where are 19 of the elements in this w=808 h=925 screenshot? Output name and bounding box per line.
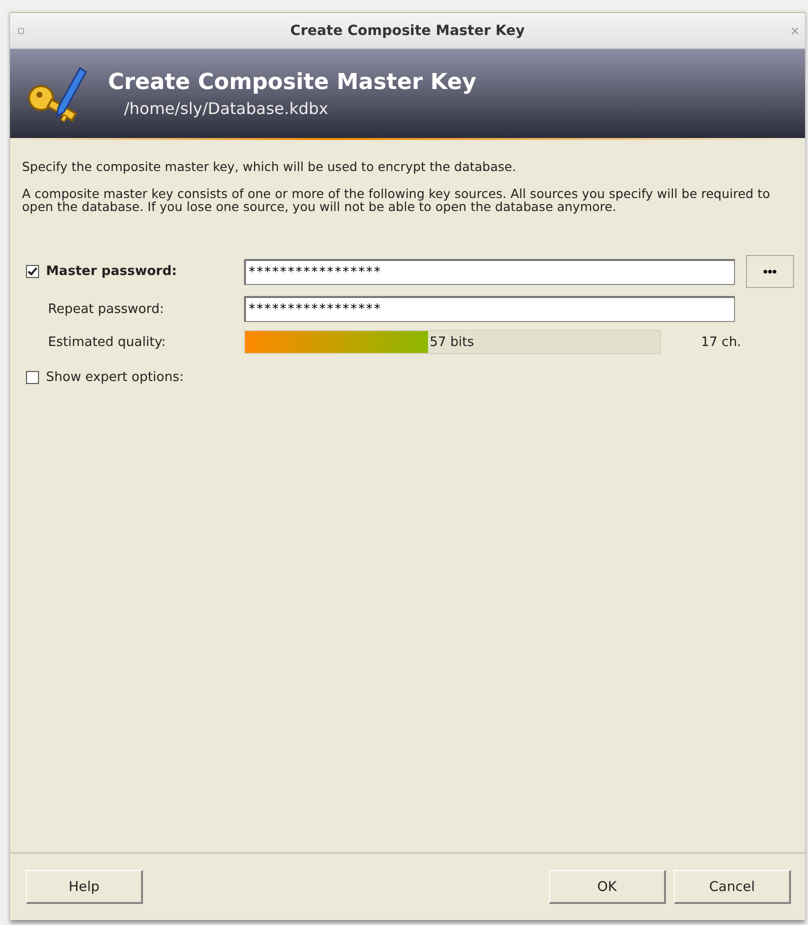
show-password-button[interactable]: ••• [746, 255, 794, 288]
database-path: /home/sly/Database.kdbx [124, 98, 330, 118]
cancel-button[interactable]: Cancel [674, 870, 791, 904]
window-title: Create Composite Master Key [289, 22, 526, 38]
help-button[interactable]: Help [26, 870, 143, 904]
intro-text: Specify the composite master key, which will be used to encrypt the database. [22, 160, 518, 173]
quality-bits: 57 bits [430, 334, 474, 350]
master-password-label: Master password: [46, 264, 177, 279]
repeat-password-label: Repeat password: [47, 302, 165, 316]
master-password-field[interactable]: ***************** [244, 258, 735, 284]
master-password-checkbox[interactable] [26, 265, 39, 278]
description-text: A composite master key consists of one or more of the following key sources. All sources you specify will be required to open the database. If you lose one source, you will not be able to open the database anymore. [22, 187, 772, 213]
banner-title: Create Composite Master Key [108, 70, 476, 94]
password-length: 17 ch. [701, 334, 742, 350]
ok-button[interactable]: OK [549, 870, 666, 904]
expert-options-checkbox[interactable] [26, 371, 39, 384]
repeat-password-field[interactable]: ***************** [244, 296, 735, 322]
quality-label: Estimated quality: [47, 334, 167, 350]
expert-options-label: Show expert options: [46, 370, 184, 385]
